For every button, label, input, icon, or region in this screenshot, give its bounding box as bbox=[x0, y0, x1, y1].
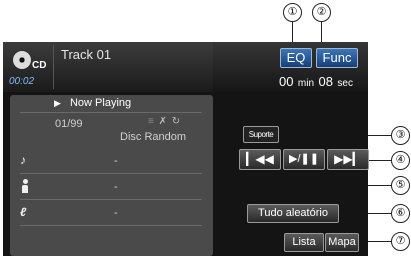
artist-icon bbox=[21, 179, 29, 193]
play-mode: Disc Random bbox=[120, 131, 187, 143]
random-all-button[interactable]: Tudo aleatório bbox=[247, 204, 339, 223]
callout-6: ⑥ bbox=[391, 204, 410, 223]
repeat-icon: ↻ bbox=[171, 116, 182, 127]
leader-2 bbox=[321, 22, 322, 44]
now-playing-title: Now Playing bbox=[69, 97, 132, 109]
header-right: EQ Func 00 min 08 sec bbox=[213, 42, 368, 92]
song-title: - bbox=[114, 155, 118, 167]
track-number: 01 bbox=[96, 47, 112, 62]
list-button[interactable]: Lista bbox=[284, 233, 324, 252]
track-title: Track 01 bbox=[61, 47, 111, 62]
header-left: CD 00:02 Track 01 bbox=[3, 42, 213, 92]
divider bbox=[20, 173, 202, 174]
time-minutes: 00 bbox=[279, 74, 294, 89]
callout-3: ③ bbox=[391, 126, 410, 145]
play-pause-icon: ▶/❚❚ bbox=[289, 153, 319, 165]
map-button[interactable]: Mapa bbox=[325, 233, 359, 252]
music-note-icon: ♪ bbox=[20, 153, 26, 167]
time-min-unit: min bbox=[297, 78, 315, 89]
elapsed-time: 00:02 bbox=[9, 76, 35, 87]
shuffle-icon: ✗ bbox=[158, 116, 169, 127]
now-playing-header: ▶ Now Playing bbox=[54, 97, 131, 109]
callout-2: ② bbox=[312, 3, 331, 22]
callout-5: ⑤ bbox=[391, 176, 410, 195]
previous-icon: ▎◀◀ bbox=[246, 152, 274, 166]
track-label: Track bbox=[61, 47, 94, 62]
device-screen: CD 00:02 Track 01 EQ Func 00 min 08 sec … bbox=[3, 42, 369, 256]
artist-name: - bbox=[114, 181, 118, 193]
callout-7: ⑦ bbox=[391, 232, 410, 251]
callout-1: ① bbox=[283, 3, 302, 22]
now-playing-panel: ▶ Now Playing 01/99 ≡ ✗ ↻ Disc Random ♪ … bbox=[10, 95, 213, 256]
previous-button[interactable]: ▎◀◀ bbox=[239, 149, 281, 170]
divider bbox=[20, 112, 202, 113]
leader-1 bbox=[292, 22, 293, 44]
cd-disc-icon bbox=[13, 51, 31, 69]
func-button[interactable]: Func bbox=[316, 48, 358, 68]
time-display: 00 min 08 sec bbox=[279, 73, 353, 91]
suporte-button[interactable]: Suporte bbox=[243, 126, 279, 143]
list-icon: ≡ bbox=[148, 116, 155, 127]
eq-button[interactable]: EQ bbox=[280, 48, 312, 68]
divider bbox=[20, 225, 202, 226]
track-count: 01/99 bbox=[55, 118, 83, 130]
play-indicator-icon: ▶ bbox=[54, 98, 61, 108]
album-icon: ℓ bbox=[20, 205, 27, 219]
play-pause-button[interactable]: ▶/❚❚ bbox=[283, 149, 325, 170]
divider bbox=[20, 199, 202, 200]
time-sec-unit: sec bbox=[337, 78, 353, 89]
time-seconds: 08 bbox=[318, 74, 333, 89]
next-button[interactable]: ▶▶▎ bbox=[327, 149, 369, 170]
album-name: - bbox=[114, 207, 118, 219]
source-box: CD 00:02 bbox=[7, 45, 54, 89]
source-label: CD bbox=[32, 60, 47, 71]
repeat-shuffle-icons: ≡ ✗ ↻ bbox=[148, 116, 181, 127]
next-icon: ▶▶▎ bbox=[334, 152, 362, 166]
callout-4: ④ bbox=[391, 151, 410, 170]
